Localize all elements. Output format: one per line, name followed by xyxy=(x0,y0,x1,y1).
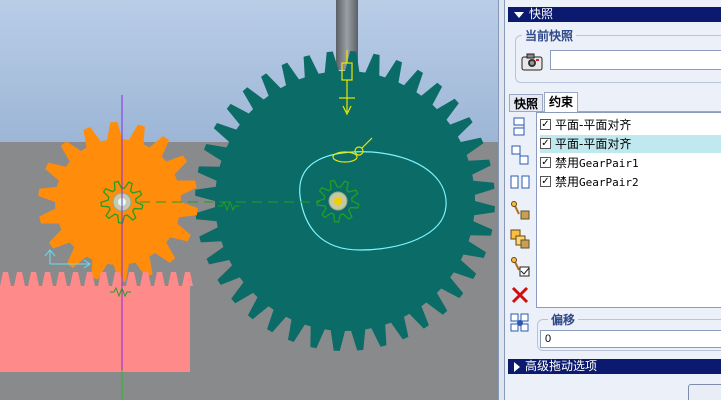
collapse-arrow-icon xyxy=(514,11,524,18)
align-constraint-icon[interactable] xyxy=(509,116,531,138)
checkbox-checked-icon[interactable]: ✓ xyxy=(540,138,551,149)
enable-connection-icon[interactable] xyxy=(509,228,531,250)
snapshot-name-input[interactable] xyxy=(550,50,721,70)
checkbox-checked-icon[interactable]: ✓ xyxy=(540,176,551,187)
panel-button-partial[interactable] xyxy=(688,384,721,400)
expand-arrow-icon xyxy=(514,361,520,372)
delete-icon[interactable] xyxy=(509,284,531,306)
current-snapshot-title: 当前快照 xyxy=(522,27,577,44)
rack[interactable] xyxy=(0,272,193,372)
offset-title: 偏移 xyxy=(548,311,579,328)
panel-splitter[interactable] xyxy=(498,0,505,400)
lock-body-icon[interactable] xyxy=(509,200,531,222)
checkbox-checked-icon[interactable]: ✓ xyxy=(540,119,551,130)
gear-assembly-scene xyxy=(0,0,498,400)
constraint-item[interactable]: ✓ 禁用GearPair1 xyxy=(540,154,721,172)
constraint-item[interactable]: ✓ 禁用GearPair2 xyxy=(540,173,721,191)
tab-constraints[interactable]: 约束 xyxy=(544,92,579,112)
mate-constraint-icon[interactable] xyxy=(509,144,531,166)
offset-input[interactable] xyxy=(540,330,721,348)
snapshot-header-label: 快照 xyxy=(529,7,554,21)
constraint-item[interactable]: ✓ 平面-平面对齐 xyxy=(540,116,721,134)
large-gear-center xyxy=(334,197,342,205)
snapshot-panel: 快照 当前快照 快照 约束 ✓ 平面-平面对齐 ✓ 平面-平面对齐 ✓ 禁用Ge… xyxy=(505,0,721,400)
constraint-list[interactable]: ✓ 平面-平面对齐 ✓ 平面-平面对齐 ✓ 禁用GearPair1 ✓ 禁用GearPa… xyxy=(536,112,721,308)
advanced-drag-options-bar[interactable]: 高级拖动选项 xyxy=(508,359,721,374)
disable-connection-icon[interactable] xyxy=(509,256,531,278)
model-viewport[interactable] xyxy=(0,0,498,400)
advanced-drag-options-label: 高级拖动选项 xyxy=(525,359,598,373)
rack-body xyxy=(0,272,193,372)
snapshot-header-bar[interactable]: 快照 xyxy=(508,7,721,22)
tab-snapshot[interactable]: 快照 xyxy=(509,94,544,112)
separate-icon[interactable] xyxy=(509,172,531,194)
snapshot-camera-icon[interactable] xyxy=(521,52,543,72)
offset-icon[interactable] xyxy=(509,312,531,334)
constraint-item-selected[interactable]: ✓ 平面-平面对齐 xyxy=(540,135,721,153)
checkbox-checked-icon[interactable]: ✓ xyxy=(540,157,551,168)
